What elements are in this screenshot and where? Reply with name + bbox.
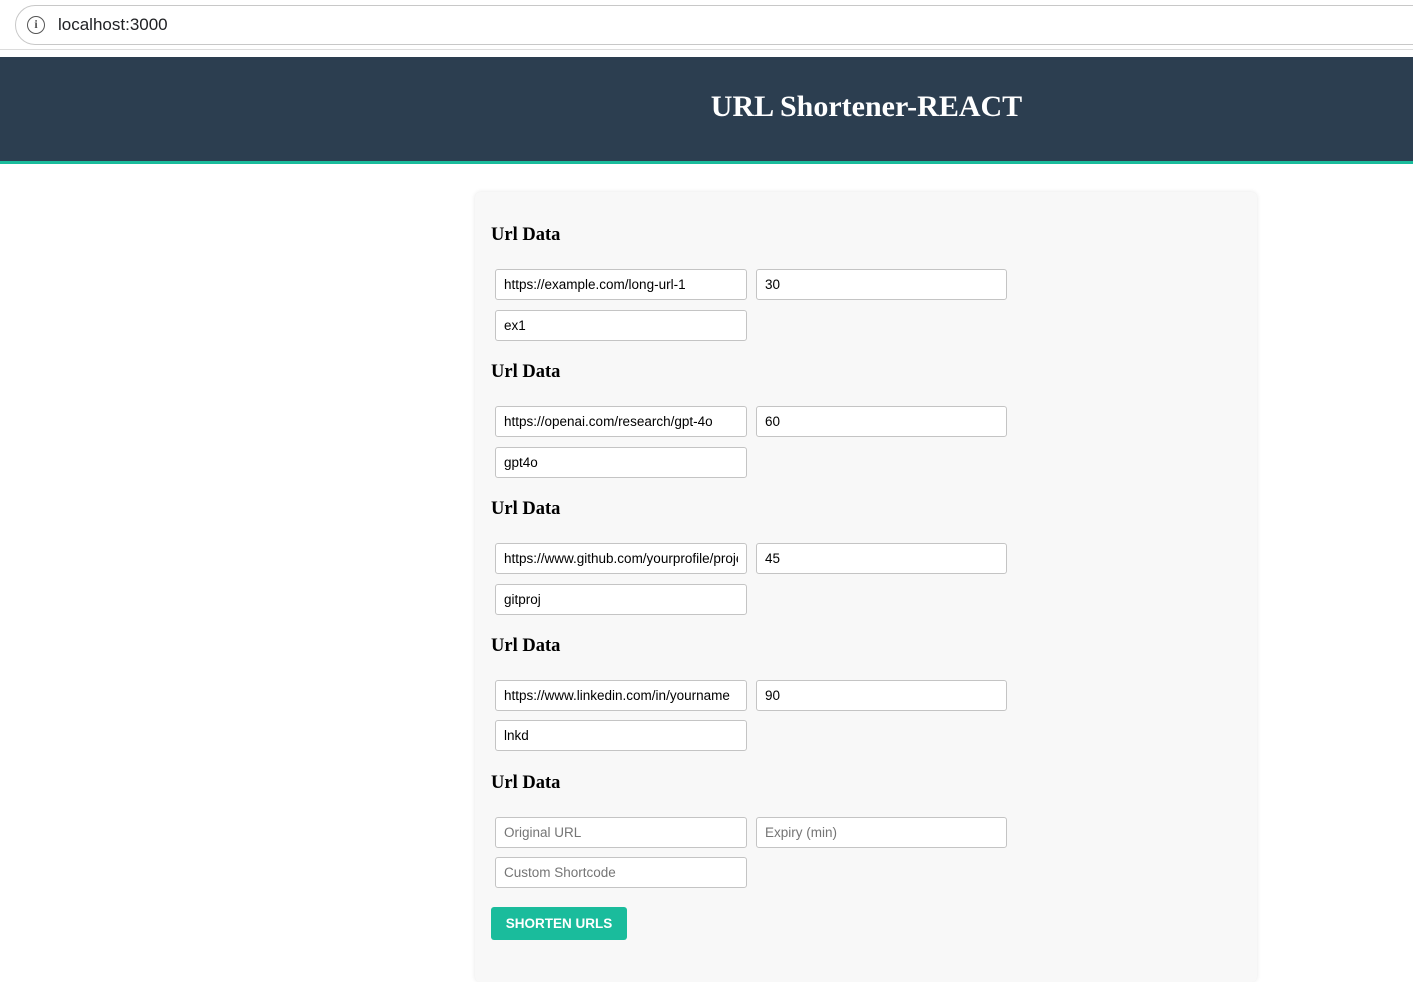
- entry-2-expiry-input[interactable]: [756, 406, 1007, 437]
- entry-2-title: Url Data: [491, 362, 561, 382]
- entry-2-shortcode-input[interactable]: [495, 447, 747, 478]
- app-header: URL Shortener-REACT: [0, 57, 1413, 164]
- entry-4-expiry-input[interactable]: [756, 680, 1007, 711]
- entry-4-shortcode-input[interactable]: [495, 720, 747, 751]
- entry-5-expiry-input[interactable]: [756, 817, 1007, 848]
- page-title: URL Shortener-REACT: [710, 90, 1023, 123]
- entry-1-expiry-input[interactable]: [756, 269, 1007, 300]
- info-icon[interactable]: i: [27, 16, 45, 34]
- entry-3-title: Url Data: [491, 499, 561, 519]
- entry-1-shortcode-input[interactable]: [495, 310, 747, 341]
- browser-toolbar: i localhost:3000: [0, 0, 1413, 50]
- entry-3-url-input[interactable]: [495, 543, 747, 574]
- address-text[interactable]: localhost:3000: [58, 15, 168, 35]
- entry-4-title: Url Data: [491, 636, 561, 656]
- entry-3-expiry-input[interactable]: [756, 543, 1007, 574]
- url-form-card: Url Data Url Data Url Data Url Data Url …: [475, 192, 1257, 982]
- entry-5-url-input[interactable]: [495, 817, 747, 848]
- entry-2-url-input[interactable]: [495, 406, 747, 437]
- entry-1-title: Url Data: [491, 225, 561, 245]
- entry-1-url-input[interactable]: [495, 269, 747, 300]
- address-bar[interactable]: i localhost:3000: [15, 5, 1413, 45]
- shorten-urls-button[interactable]: SHORTEN URLS: [491, 907, 627, 940]
- entry-3-shortcode-input[interactable]: [495, 584, 747, 615]
- entry-5-shortcode-input[interactable]: [495, 857, 747, 888]
- entry-4-url-input[interactable]: [495, 680, 747, 711]
- entry-5-title: Url Data: [491, 773, 561, 793]
